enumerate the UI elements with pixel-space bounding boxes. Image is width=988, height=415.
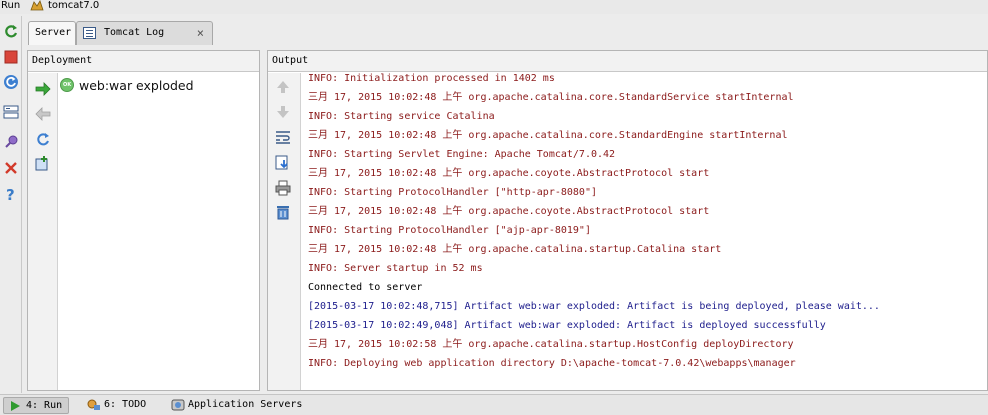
log-line: INFO: Starting service Catalina bbox=[308, 111, 495, 122]
log-line: INFO: Starting ProtocolHandler ["http-ap… bbox=[308, 187, 597, 198]
svg-text:?: ? bbox=[6, 186, 15, 202]
output-log[interactable]: INFO: Initialization processed in 1402 m… bbox=[302, 73, 987, 390]
run-tool-tab[interactable]: 4: Run bbox=[3, 397, 69, 414]
redeploy-icon[interactable] bbox=[35, 131, 51, 147]
output-toolbar bbox=[268, 73, 301, 390]
log-line: 三月 17, 2015 10:02:48 上午 org.apache.catal… bbox=[308, 244, 722, 255]
todo-tool-tab-label: 6: TODO bbox=[104, 399, 147, 410]
add-artifact-icon[interactable] bbox=[35, 155, 51, 171]
log-line: INFO: Starting Servlet Engine: Apache To… bbox=[308, 149, 616, 160]
todo-tool-tab[interactable]: 6: TODO bbox=[82, 397, 152, 414]
log-line: INFO: Server startup in 52 ms bbox=[308, 263, 483, 274]
run-titlebar: Run tomcat7.0 bbox=[0, 0, 988, 14]
run-play-icon bbox=[9, 400, 21, 415]
tab-close-icon[interactable]: × bbox=[197, 22, 204, 44]
trash-icon[interactable] bbox=[275, 204, 291, 220]
log-file-icon bbox=[83, 27, 96, 39]
deploy-icon[interactable] bbox=[35, 81, 51, 97]
run-tool-tab-label: 4: Run bbox=[26, 400, 63, 411]
log-line: 三月 17, 2015 10:02:48 上午 org.apache.catal… bbox=[308, 92, 794, 103]
tab-tomcat-log[interactable]: Tomcat Log × bbox=[76, 21, 213, 45]
print-icon[interactable] bbox=[275, 180, 291, 196]
ok-status-icon: OK bbox=[60, 78, 74, 92]
layout-icon[interactable] bbox=[3, 104, 19, 120]
run-config-name: tomcat7.0 bbox=[48, 0, 100, 11]
tool-window-bar: 4: Run 6: TODO Application Servers bbox=[0, 394, 988, 415]
arrow-down-icon[interactable] bbox=[275, 104, 291, 120]
log-line: Connected to server bbox=[308, 282, 423, 293]
output-panel: Output INFO: Initialization processed in… bbox=[267, 50, 988, 391]
log-line: INFO: Initialization processed in 1402 m… bbox=[308, 73, 555, 84]
log-line: [2015-03-17 10:02:48,715] Artifact web:w… bbox=[308, 301, 880, 312]
application-servers-tab-label: Application Servers bbox=[188, 399, 303, 410]
log-line: 三月 17, 2015 10:02:48 上午 org.apache.catal… bbox=[308, 130, 788, 141]
update-application-icon[interactable] bbox=[3, 74, 19, 90]
deployment-item[interactable]: OK web:war exploded bbox=[60, 76, 194, 94]
tab-server[interactable]: Server bbox=[28, 21, 76, 45]
help-icon[interactable]: ? bbox=[3, 186, 19, 202]
deployment-panel: Deployment OK web:war exploded bbox=[27, 50, 260, 391]
pin-icon[interactable] bbox=[3, 134, 19, 150]
tab-bar: Server Tomcat Log × bbox=[23, 20, 988, 46]
stop-icon[interactable] bbox=[3, 49, 19, 65]
log-line: 三月 17, 2015 10:02:48 上午 org.apache.coyot… bbox=[308, 168, 710, 179]
log-line: INFO: Deploying web application director… bbox=[308, 358, 796, 369]
scroll-to-end-icon[interactable] bbox=[275, 155, 291, 171]
close-icon[interactable] bbox=[3, 160, 19, 176]
arrow-up-icon[interactable] bbox=[275, 79, 291, 95]
log-line: 三月 17, 2015 10:02:48 上午 org.apache.coyot… bbox=[308, 206, 710, 217]
tab-server-label: Server bbox=[35, 27, 72, 38]
run-label: Run bbox=[1, 0, 21, 11]
log-line: INFO: Starting ProtocolHandler ["ajp-apr… bbox=[308, 225, 591, 236]
soft-wrap-icon[interactable] bbox=[275, 129, 291, 145]
log-line: 三月 17, 2015 10:02:58 上午 org.apache.catal… bbox=[308, 339, 794, 350]
run-toolbar: ? bbox=[0, 16, 22, 393]
undeploy-icon[interactable] bbox=[35, 106, 51, 122]
todo-icon bbox=[87, 399, 101, 415]
deployment-header: Deployment bbox=[28, 51, 259, 72]
application-servers-icon bbox=[171, 399, 185, 415]
deployment-item-name: web:war exploded bbox=[79, 77, 194, 93]
log-line: [2015-03-17 10:02:49,048] Artifact web:w… bbox=[308, 320, 826, 331]
tab-tomcat-log-label: Tomcat Log bbox=[104, 27, 165, 38]
rerun-icon[interactable] bbox=[3, 24, 19, 40]
output-header: Output bbox=[268, 51, 987, 72]
application-servers-tab[interactable]: Application Servers bbox=[166, 397, 306, 414]
deployment-toolbar bbox=[28, 73, 58, 390]
tomcat-icon bbox=[30, 0, 44, 12]
